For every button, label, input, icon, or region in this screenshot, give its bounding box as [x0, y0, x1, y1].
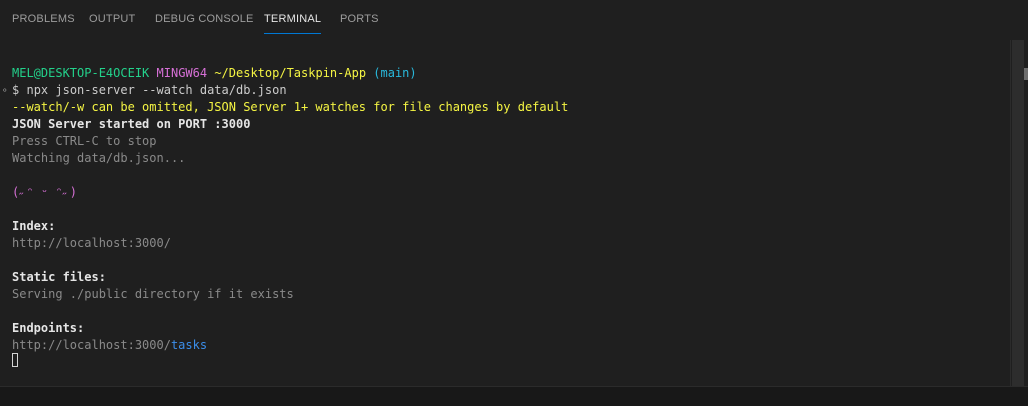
- terminal-cursor: [12, 353, 18, 367]
- prompt-path: ~/Desktop/Taskpin-App: [214, 66, 367, 80]
- static-files-label: Static files:: [12, 270, 106, 284]
- status-bar: [0, 386, 1028, 406]
- endpoint-url[interactable]: http://localhost:3000/tasks: [12, 337, 207, 354]
- command-prefix: $: [12, 83, 20, 97]
- server-started-line: JSON Server started on PORT :3000: [12, 117, 251, 131]
- terminal-output[interactable]: MEL@DESKTOP-E4OCEIK MINGW64 ~/Desktop/Ta…: [0, 40, 1010, 386]
- panel-tab-bar: PROBLEMS OUTPUT DEBUG CONSOLE TERMINAL P…: [0, 0, 1028, 40]
- prompt-shell: MINGW64: [156, 66, 208, 80]
- warning-line: --watch/-w can be omitted, JSON Server 1…: [12, 100, 569, 114]
- tab-terminal[interactable]: TERMINAL: [264, 13, 322, 34]
- endpoints-label: Endpoints:: [12, 321, 85, 335]
- emoticon-line: (˶ᵔ ᵕ ᵔ˶): [12, 185, 77, 199]
- command-line: $ npx json-server --watch data/db.json: [12, 82, 287, 99]
- static-files-text: Serving ./public directory if it exists: [12, 287, 294, 301]
- index-label: Index:: [12, 219, 56, 233]
- prompt-line: MEL@DESKTOP-E4OCEIK MINGW64 ~/Desktop/Ta…: [12, 65, 417, 82]
- command-text: npx json-server --watch data/db.json: [26, 83, 287, 97]
- side-panel-marker: [1024, 68, 1028, 80]
- tab-output[interactable]: OUTPUT: [89, 13, 135, 31]
- prompt-branch: (main): [373, 66, 417, 80]
- terminal-scrollbar[interactable]: [1010, 40, 1025, 386]
- endpoint-base: http://localhost:3000/: [12, 338, 171, 352]
- command-decoration-icon[interactable]: ⚬: [1, 87, 9, 96]
- index-url[interactable]: http://localhost:3000/: [12, 235, 171, 252]
- press-stop-line: Press CTRL-C to stop: [12, 134, 157, 148]
- tab-problems[interactable]: PROBLEMS: [12, 13, 75, 31]
- endpoint-path: tasks: [170, 338, 208, 352]
- tab-ports[interactable]: PORTS: [340, 13, 379, 31]
- watching-line: Watching data/db.json...: [12, 151, 186, 165]
- prompt-user-host: MEL@DESKTOP-E4OCEIK: [12, 66, 150, 80]
- tab-debug-console[interactable]: DEBUG CONSOLE: [155, 13, 254, 31]
- scrollbar-thumb[interactable]: [1012, 40, 1024, 386]
